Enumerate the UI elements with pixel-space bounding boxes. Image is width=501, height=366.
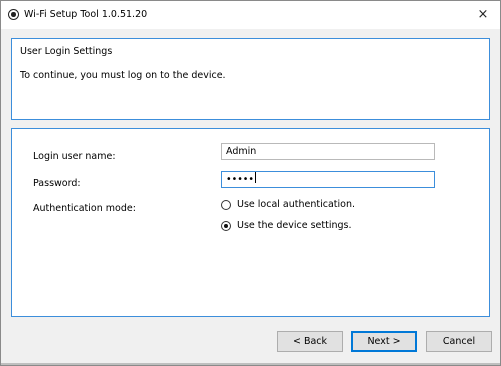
password-label: Password:: [33, 178, 81, 189]
password-field[interactable]: •••••: [221, 171, 435, 188]
radio-local-auth-label: Use local authentication.: [237, 199, 356, 210]
text-caret: [255, 172, 257, 183]
header-panel: User Login Settings To continue, you mus…: [11, 38, 490, 120]
back-button[interactable]: < Back: [277, 331, 343, 352]
window-bottom-edge: [1, 363, 500, 365]
radio-checked-icon: [221, 221, 231, 231]
password-mask: •••••: [226, 174, 255, 185]
next-button[interactable]: Next >: [351, 331, 417, 352]
page-title: User Login Settings: [20, 46, 113, 57]
radio-device-settings-label: Use the device settings.: [237, 220, 352, 231]
close-button[interactable]: ×: [466, 1, 500, 29]
cancel-button[interactable]: Cancel: [426, 331, 492, 352]
app-icon: [8, 9, 19, 20]
title-bar: Wi-Fi Setup Tool 1.0.51.20 ×: [1, 1, 500, 29]
wifi-setup-window: Wi-Fi Setup Tool 1.0.51.20 × User Login …: [0, 0, 501, 366]
login-form-panel: Login user name: Admin Password: ••••• A…: [11, 128, 490, 317]
username-label: Login user name:: [33, 151, 116, 162]
auth-mode-label: Authentication mode:: [33, 203, 136, 214]
username-field[interactable]: Admin: [221, 143, 435, 160]
window-title: Wi-Fi Setup Tool 1.0.51.20: [24, 9, 148, 20]
radio-unchecked-icon: [221, 200, 231, 210]
page-description: To continue, you must log on to the devi…: [20, 70, 226, 81]
